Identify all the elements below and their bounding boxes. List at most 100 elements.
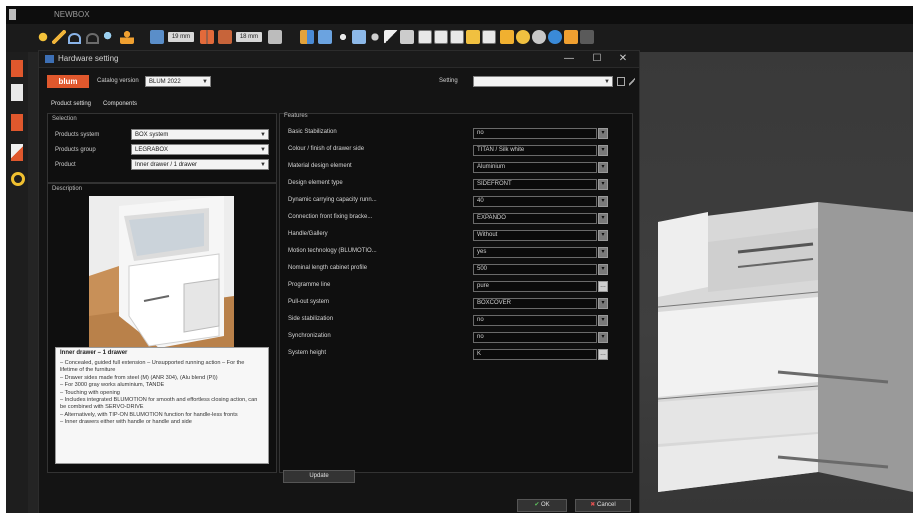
- products-system-select[interactable]: BOX system ▼: [131, 129, 269, 140]
- feature-value[interactable]: 40: [473, 196, 597, 207]
- minimize-button[interactable]: —: [559, 52, 579, 66]
- layout-icon[interactable]: [200, 30, 214, 44]
- drawer-icon[interactable]: [434, 30, 448, 44]
- feature-value[interactable]: no: [473, 332, 597, 343]
- feature-value[interactable]: 500: [473, 264, 597, 275]
- feature-label: System height: [288, 350, 327, 356]
- catalog-version-select[interactable]: BLUM 2022 ▼: [145, 76, 211, 87]
- duplicate-icon[interactable]: [352, 30, 366, 44]
- chevron-down-icon: ▼: [260, 132, 266, 138]
- undo-icon[interactable]: [68, 33, 81, 44]
- feature-value[interactable]: Without: [473, 230, 597, 241]
- chevron-down-icon: ▼: [260, 147, 266, 153]
- shelf-icon[interactable]: [450, 30, 464, 44]
- chevron-down-icon[interactable]: ▾: [598, 162, 608, 173]
- cancel-button[interactable]: ✖ Cancel: [575, 499, 631, 512]
- pencil-icon[interactable]: [52, 30, 66, 44]
- ok-button[interactable]: ✔ OK: [517, 499, 567, 512]
- sun-icon[interactable]: [36, 30, 50, 44]
- chevron-down-icon[interactable]: ▾: [598, 298, 608, 309]
- features-title: Features: [284, 113, 308, 119]
- feature-value[interactable]: no: [473, 315, 597, 326]
- ellipsis-icon[interactable]: …: [598, 281, 608, 292]
- selection-label: Products group: [55, 147, 96, 153]
- setting-select[interactable]: ▼: [473, 76, 613, 87]
- feature-value[interactable]: pure: [473, 281, 597, 292]
- panel-white-icon[interactable]: [11, 84, 23, 101]
- ruler-icon[interactable]: [400, 30, 414, 44]
- chevron-down-icon[interactable]: ▾: [598, 179, 608, 190]
- product-select[interactable]: Inner drawer / 1 drawer ▼: [131, 159, 269, 170]
- material-icon[interactable]: [564, 30, 578, 44]
- cursor-icon[interactable]: [384, 30, 398, 44]
- panel-icon[interactable]: [150, 30, 164, 44]
- feature-row: Programme line pure…: [288, 281, 608, 292]
- star-icon[interactable]: [500, 30, 514, 44]
- redo-icon[interactable]: [86, 33, 99, 44]
- camera-icon[interactable]: [580, 30, 594, 44]
- chevron-down-icon[interactable]: ▾: [598, 230, 608, 241]
- update-button[interactable]: Update: [283, 470, 355, 483]
- box-icon[interactable]: [268, 30, 282, 44]
- chevron-down-icon[interactable]: ▾: [598, 196, 608, 207]
- tab-components[interactable]: Components: [103, 101, 137, 107]
- chevron-down-icon[interactable]: ▾: [598, 264, 608, 275]
- chevron-down-icon[interactable]: ▾: [598, 128, 608, 139]
- edit-icon[interactable]: [629, 77, 635, 86]
- dialog-title: Hardware setting: [58, 54, 119, 63]
- chevron-down-icon[interactable]: ▾: [598, 213, 608, 224]
- copy-icon[interactable]: [11, 144, 23, 161]
- 3d-viewport[interactable]: [638, 52, 913, 513]
- panel-red-2-icon[interactable]: [11, 114, 23, 131]
- feature-value[interactable]: BOXCOVER: [473, 298, 597, 309]
- app-titlebar: NEWBOX: [6, 6, 913, 24]
- chevron-down-icon[interactable]: ▾: [598, 332, 608, 343]
- products-group-select[interactable]: LEGRABOX ▼: [131, 144, 269, 155]
- feature-value[interactable]: K: [473, 349, 597, 360]
- chevron-down-icon[interactable]: ▾: [598, 247, 608, 258]
- setting-label: Setting: [439, 78, 458, 84]
- door-icon[interactable]: [218, 30, 232, 44]
- main-toolbar: 19 mm 18 mm: [6, 24, 913, 52]
- move-icon[interactable]: [336, 30, 350, 44]
- feature-row: Connection front fixing bracke... EXPANDO…: [288, 213, 608, 224]
- selection-value: LEGRABOX: [135, 147, 169, 153]
- ellipsis-icon[interactable]: …: [598, 349, 608, 360]
- description-textbox[interactable]: Inner drawer – 1 drawer – Concealed, gui…: [55, 347, 269, 464]
- feature-label: Design element type: [288, 180, 343, 186]
- cut-icon[interactable]: [466, 30, 480, 44]
- chevron-down-icon[interactable]: ▾: [598, 145, 608, 156]
- chevron-down-icon[interactable]: ▾: [598, 315, 608, 326]
- panel-red-icon[interactable]: [11, 60, 23, 77]
- feature-label: Synchronization: [288, 333, 331, 339]
- feature-value[interactable]: EXPANDO: [473, 213, 597, 224]
- feature-value[interactable]: yes: [473, 247, 597, 258]
- save-icon[interactable]: [617, 77, 625, 86]
- feature-value[interactable]: SIDEFRONT: [473, 179, 597, 190]
- thickness-18-button[interactable]: 18 mm: [236, 32, 262, 42]
- rotate-icon[interactable]: [368, 30, 382, 44]
- thickness-19-button[interactable]: 19 mm: [168, 32, 194, 42]
- table-icon[interactable]: [300, 30, 314, 44]
- user-icon[interactable]: [120, 30, 134, 44]
- feature-value[interactable]: TITAN / Silk white: [473, 145, 597, 156]
- feature-value[interactable]: no: [473, 128, 597, 139]
- cabinet-icon[interactable]: [418, 30, 432, 44]
- render-icon[interactable]: [532, 30, 546, 44]
- selection-label: Products system: [55, 132, 100, 138]
- feature-value[interactable]: Aluminium: [473, 162, 597, 173]
- fill-icon[interactable]: [516, 30, 530, 44]
- feature-label: Basic Stabilization: [288, 129, 337, 135]
- hinge-icon[interactable]: [482, 30, 496, 44]
- maximize-button[interactable]: ☐: [587, 52, 607, 66]
- tab-product-setting[interactable]: Product setting: [51, 101, 91, 107]
- check-icon: ✔: [534, 502, 540, 508]
- dialog-app-icon: [45, 55, 54, 63]
- hardware-setting-dialog: Hardware setting — ☐ ✕ blum Catalog vers…: [38, 50, 640, 513]
- feature-row: Handle/Gallery Without ▾: [288, 230, 608, 241]
- globe-icon[interactable]: [548, 30, 562, 44]
- close-button[interactable]: ✕: [613, 52, 633, 66]
- settings-gear-icon[interactable]: [11, 172, 25, 186]
- group-icon[interactable]: [102, 30, 116, 44]
- select-icon[interactable]: [318, 30, 332, 44]
